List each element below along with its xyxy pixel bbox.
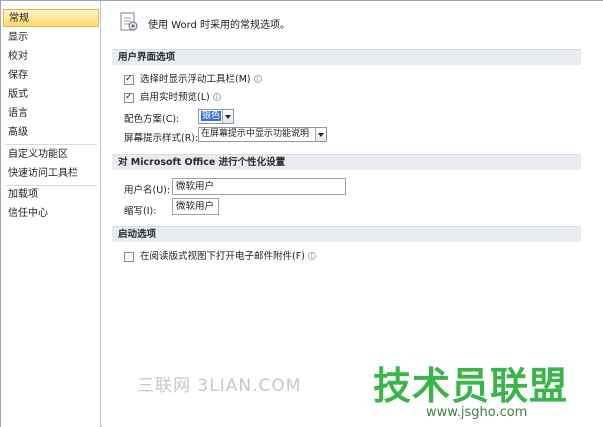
sidebar-item-display[interactable]: 显示 — [3, 29, 99, 47]
sidebar-item-add-ins[interactable]: 加载项 — [3, 186, 99, 204]
section-header-ui-options: 用户界面选项 — [112, 49, 581, 65]
screentip-style-value: 在屏幕提示中显示功能说明 — [201, 129, 310, 139]
sidebar-item-advanced[interactable]: 高级 — [3, 124, 99, 142]
watermark-jsgho-url: www.jsgho.com — [426, 405, 528, 420]
color-scheme-select[interactable]: 银色 — [198, 109, 234, 124]
open-reading-view-checkbox[interactable] — [124, 252, 134, 262]
word-options-window: 常规 显示 校对 保存 版式 语言 高级 自定义功能区 快速访问工具栏 加载项 … — [0, 0, 603, 427]
color-scheme-value: 银色 — [201, 111, 222, 121]
sidebar-divider — [5, 144, 97, 145]
mini-toolbar-checkbox[interactable]: ✓ — [124, 74, 134, 85]
mini-toolbar-label: 选择时显示浮动工具栏(M) — [140, 74, 251, 85]
info-icon[interactable]: i — [253, 75, 262, 83]
username-input[interactable]: 微软用户 — [172, 178, 346, 195]
screentip-style-select[interactable]: 在屏幕提示中显示功能说明 — [198, 127, 327, 142]
watermark-3lian: 三联网 3LIAN.COM — [137, 376, 302, 396]
section-header-personalize: 对 Microsoft Office 进行个性化设置 — [112, 154, 581, 170]
chevron-down-icon[interactable] — [222, 110, 233, 123]
general-options-icon — [120, 12, 138, 31]
info-icon[interactable]: i — [212, 93, 221, 101]
live-preview-label: 启用实时预览(L) — [140, 92, 210, 103]
sidebar-item-save[interactable]: 保存 — [3, 67, 99, 85]
sidebar-item-trust-center[interactable]: 信任中心 — [3, 205, 99, 223]
open-reading-view-label: 在阅读版式视图下打开电子邮件附件(F) — [140, 251, 305, 262]
sidebar-item-customize-ribbon[interactable]: 自定义功能区 — [3, 146, 99, 164]
screentip-style-label: 屏幕提示样式(R): — [124, 133, 199, 144]
chevron-down-icon[interactable] — [315, 128, 326, 141]
page-title: 使用 Word 时采用的常规选项。 — [148, 20, 291, 31]
watermark-jsgho-logo: 技术员联盟 — [373, 364, 569, 408]
sidebar-item-language[interactable]: 语言 — [3, 105, 99, 123]
sidebar-item-layout[interactable]: 版式 — [3, 86, 99, 104]
initials-label: 缩写(I): — [124, 206, 157, 217]
checkmark-icon: ✓ — [125, 92, 133, 102]
color-scheme-label: 配色方案(C): — [124, 114, 180, 125]
live-preview-checkbox[interactable]: ✓ — [124, 92, 134, 103]
info-icon[interactable]: i — [307, 252, 316, 260]
sidebar-item-general[interactable]: 常规 — [3, 9, 99, 27]
initials-input[interactable]: 微软用户 — [172, 198, 219, 215]
options-sidebar: 常规 显示 校对 保存 版式 语言 高级 自定义功能区 快速访问工具栏 加载项 … — [1, 1, 101, 427]
section-header-startup: 启动选项 — [112, 226, 581, 242]
sidebar-item-proofing[interactable]: 校对 — [3, 48, 99, 66]
checkmark-icon: ✓ — [125, 74, 133, 84]
username-label: 用户名(U): — [124, 185, 171, 196]
sidebar-item-quick-access-toolbar[interactable]: 快速访问工具栏 — [3, 165, 99, 183]
